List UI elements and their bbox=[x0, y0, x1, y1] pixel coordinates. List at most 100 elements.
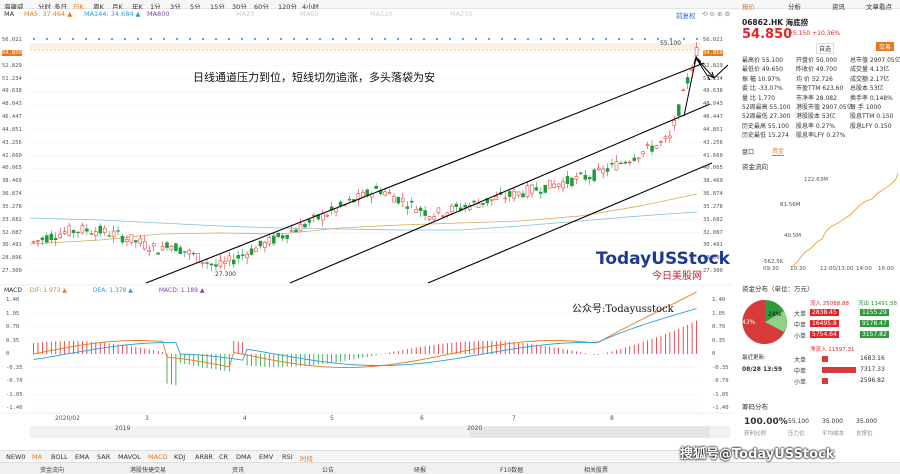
candle-body bbox=[685, 77, 690, 84]
candle-body bbox=[214, 264, 218, 267]
candle-body bbox=[588, 177, 592, 180]
ind-rsi[interactable]: RSI bbox=[282, 453, 293, 461]
chip-label-profit: 获利比例 bbox=[744, 431, 767, 437]
candle-body bbox=[481, 202, 485, 205]
bottom-quick-trade[interactable]: 港股快捷交易 bbox=[130, 465, 166, 474]
trend-dot bbox=[163, 38, 165, 40]
bottom-research[interactable]: 研报 bbox=[414, 465, 426, 474]
trend-dot bbox=[345, 38, 347, 40]
zoom-icon[interactable]: ⟲ ⊖ ⊕ ⚙ bbox=[702, 10, 730, 18]
trend-dot bbox=[397, 38, 399, 40]
bottom-f10[interactable]: F10数据 bbox=[500, 465, 523, 474]
follow-button[interactable]: 自选 bbox=[816, 43, 835, 54]
fund-time-4: 16:00 bbox=[878, 266, 894, 272]
outflow-total: 流出 13491.58 bbox=[858, 301, 897, 307]
dist-row-label: 大单 bbox=[794, 311, 807, 318]
macd-tick-left: 1.40 bbox=[6, 297, 20, 303]
price-tick-right: 49.638 bbox=[703, 88, 723, 95]
quote-field: 换手率 0.148% bbox=[850, 94, 893, 102]
chip-label-support: 支撑位 bbox=[856, 431, 873, 437]
price-tick-right: 35.278 bbox=[703, 203, 723, 210]
candle-body bbox=[516, 191, 521, 196]
candle-body bbox=[49, 233, 54, 241]
tab-article[interactable]: 文章看点 bbox=[866, 1, 892, 11]
trade-button[interactable]: 交易 bbox=[876, 42, 895, 51]
candle-body bbox=[610, 162, 614, 165]
candle-body bbox=[205, 262, 209, 264]
bottom-fund-flow[interactable]: 资金流向 bbox=[40, 465, 64, 474]
ind-arbr[interactable]: ARBR bbox=[195, 453, 213, 461]
ind-mavol[interactable]: MAVOL bbox=[118, 453, 141, 461]
tab-analysis[interactable]: 分析 bbox=[788, 1, 801, 11]
quote-field: 股息TTM 0.150 bbox=[850, 113, 894, 121]
trend-dot bbox=[423, 38, 425, 40]
trend-dot bbox=[228, 38, 230, 40]
candle-body bbox=[503, 197, 507, 200]
trend-dot bbox=[98, 38, 100, 40]
candle-body bbox=[116, 230, 120, 232]
trend-dot bbox=[358, 38, 360, 40]
ind-macd[interactable]: MACD bbox=[148, 453, 167, 461]
candle-body bbox=[174, 243, 178, 252]
quote-field: 开盘价 50.000 bbox=[796, 57, 837, 64]
candle-body bbox=[254, 247, 258, 253]
dist-row-outflow: 9178.47 bbox=[860, 320, 889, 327]
ma-label: MA bbox=[4, 10, 15, 18]
candle-body bbox=[227, 255, 232, 262]
candle-body bbox=[147, 249, 151, 252]
ind-ema[interactable]: EMA bbox=[75, 453, 89, 461]
adjust-dropdown[interactable]: 前复权 bbox=[676, 10, 696, 20]
dist-row-inflow: 5754.64 bbox=[810, 331, 839, 338]
price-tick-left: 41.660 bbox=[2, 152, 22, 159]
candle-body bbox=[191, 252, 196, 255]
ind-kdj[interactable]: KDJ bbox=[174, 453, 185, 461]
bottom-announcement[interactable]: 公告 bbox=[322, 465, 334, 474]
tab-funds[interactable]: 资金 bbox=[772, 146, 785, 156]
candle-body bbox=[654, 145, 659, 149]
candle-body bbox=[298, 223, 303, 232]
candle-body bbox=[650, 145, 654, 152]
candle-body bbox=[263, 242, 267, 248]
chip-label-avg: 平均成本 bbox=[822, 431, 845, 437]
tab-orderbook[interactable]: 盘口 bbox=[742, 147, 754, 156]
trend-dot bbox=[280, 38, 282, 40]
trend-dot bbox=[579, 38, 581, 40]
candle-body bbox=[276, 232, 280, 238]
candle-body bbox=[672, 120, 677, 127]
candle-body bbox=[641, 151, 645, 155]
ind-ma[interactable]: MA bbox=[32, 453, 42, 461]
recent-update-time: 08/28 13:59 bbox=[742, 366, 783, 373]
trend-dot bbox=[475, 38, 477, 40]
candle-body bbox=[321, 213, 325, 221]
x-label-5: 5 bbox=[330, 415, 334, 422]
price-tick-right: 40.065 bbox=[703, 165, 723, 172]
x-label-8: 8 bbox=[610, 415, 614, 422]
ma5-value: MA5: 37.464 ▲ bbox=[24, 10, 73, 18]
ind-boll[interactable]: BOLL bbox=[51, 453, 68, 461]
candle-body bbox=[165, 242, 169, 248]
tab-news[interactable]: 资讯 bbox=[832, 1, 845, 11]
ind-dma[interactable]: DMA bbox=[236, 453, 251, 461]
macd-tick-right: -1.05 bbox=[712, 391, 729, 398]
tab-quote[interactable]: 报价 bbox=[742, 1, 755, 11]
fund-time-0: 09:30 bbox=[763, 266, 779, 272]
chip-pressure: 55.100 bbox=[788, 418, 809, 425]
net-inflow-title: 净流入 11597.31 bbox=[810, 347, 855, 353]
candle-body bbox=[423, 210, 427, 216]
ind-cr[interactable]: CR bbox=[219, 453, 228, 461]
ind-sar[interactable]: SAR bbox=[97, 453, 110, 461]
ind-new0[interactable]: NEW0 bbox=[6, 453, 26, 461]
ind-emv[interactable]: EMV bbox=[259, 453, 273, 461]
macd-title: MACD bbox=[4, 287, 22, 294]
bottom-related[interactable]: 相关股票 bbox=[584, 465, 608, 474]
candle-body bbox=[454, 203, 458, 207]
fund-axis-4: -562.5K bbox=[762, 259, 784, 265]
price-tick-left: 49.638 bbox=[2, 88, 22, 95]
price-tick-left: 54.850 bbox=[2, 49, 22, 56]
candle-body bbox=[232, 259, 236, 265]
bottom-news[interactable]: 资讯 bbox=[232, 465, 244, 474]
candle-body bbox=[623, 161, 628, 164]
quote-field: 振 幅 10.97% bbox=[742, 75, 781, 83]
candle-body bbox=[183, 251, 187, 253]
trend-dot bbox=[72, 38, 74, 40]
